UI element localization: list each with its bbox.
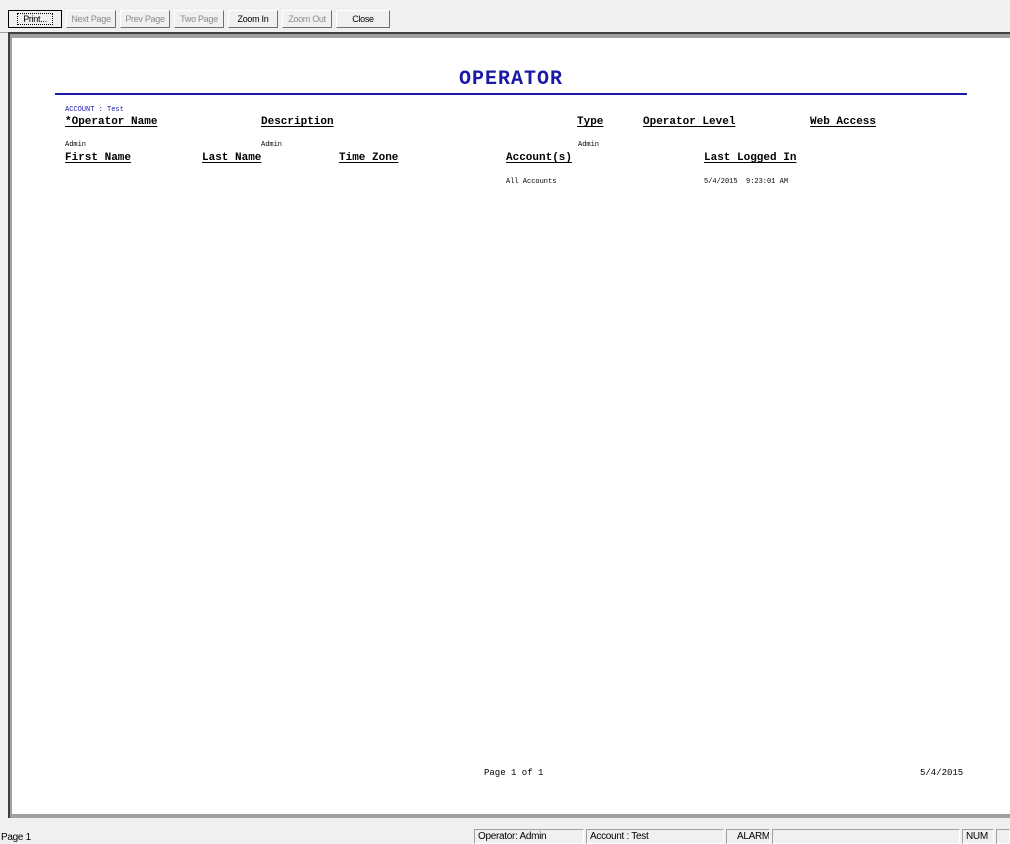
- report-title: OPERATOR: [458, 68, 563, 91]
- header-description: Description: [261, 116, 334, 128]
- status-bar: Page 1 Operator: Admin Account : Test AL…: [0, 826, 1010, 844]
- value-description: Admin: [261, 141, 283, 149]
- header-operator-name: *Operator Name: [65, 116, 158, 128]
- zoom-in-button[interactable]: Zoom In: [228, 10, 278, 28]
- value-last-logged-in: 5/4/2015 9:23:01 AM: [704, 178, 789, 186]
- value-accounts: All Accounts: [506, 178, 557, 186]
- status-extra-panel: [996, 829, 1010, 844]
- next-page-button[interactable]: Next Page: [66, 10, 116, 28]
- header-operator-level: Operator Level: [643, 116, 736, 128]
- title-divider: [55, 93, 967, 95]
- status-operator: Operator: Admin: [474, 829, 584, 844]
- page-number: Page 1 of 1: [484, 768, 544, 778]
- header-last-logged-in: Last Logged In: [704, 152, 797, 164]
- footer-date: 5/4/2015: [920, 768, 964, 778]
- print-button[interactable]: Print...: [8, 10, 62, 28]
- status-alarm: ALARM: [726, 829, 770, 844]
- header-first-name: First Name: [65, 152, 132, 164]
- value-operator-name: Admin: [65, 141, 87, 149]
- header-web-access: Web Access: [810, 116, 877, 128]
- two-page-button[interactable]: Two Page: [174, 10, 224, 28]
- status-blank-panel: [772, 829, 960, 844]
- header-last-name: Last Name: [202, 152, 262, 164]
- header-type: Type: [577, 116, 604, 128]
- header-time-zone: Time Zone: [339, 152, 399, 164]
- toolbar: Print... Next Page Prev Page Two Page Zo…: [0, 0, 1010, 33]
- report-page: OPERATOR ACCOUNT : Test *Operator Name D…: [12, 38, 1010, 814]
- value-type: Admin: [578, 141, 600, 149]
- account-line: ACCOUNT : Test: [65, 106, 124, 114]
- status-num: NUM: [962, 829, 994, 844]
- header-accounts: Account(s): [506, 152, 573, 164]
- status-page: Page 1: [1, 832, 31, 843]
- close-button[interactable]: Close: [336, 10, 390, 28]
- preview-area[interactable]: OPERATOR ACCOUNT : Test *Operator Name D…: [8, 32, 1010, 818]
- zoom-out-button[interactable]: Zoom Out: [282, 10, 332, 28]
- status-account: Account : Test: [586, 829, 724, 844]
- print-button-label: Print...: [17, 13, 53, 25]
- prev-page-button[interactable]: Prev Page: [120, 10, 170, 28]
